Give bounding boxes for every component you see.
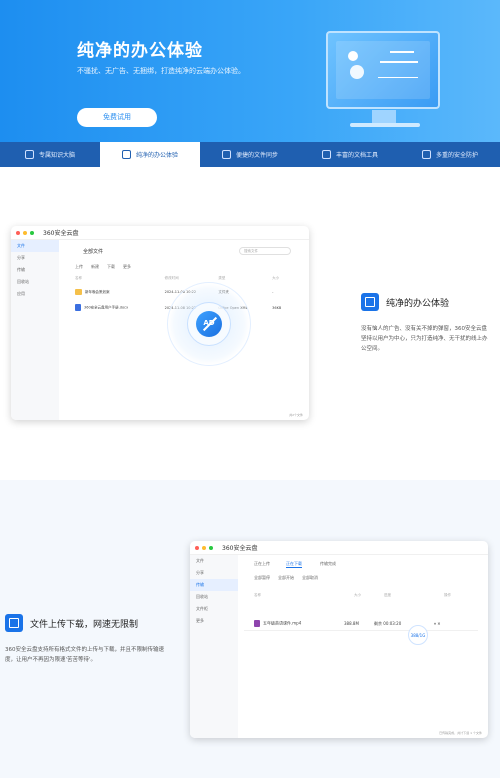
sidebar-item-transfer[interactable]: 传输: [11, 264, 59, 276]
app-window-transfer: 360安全云盘 文件 分享 传输 回收站 文件柜 更多 正在上传 正在下载 传输…: [190, 541, 488, 738]
minimize-dot-icon[interactable]: [23, 230, 27, 235]
sidebar-item-apps[interactable]: 应用: [11, 288, 59, 300]
progress-indicator: 388/1G: [408, 625, 428, 645]
table-header: 名称 大小 进度 操作: [254, 593, 451, 597]
folder-icon: [75, 289, 82, 295]
sidebar-item-trash[interactable]: 回收站: [11, 276, 59, 288]
tab-file-sync[interactable]: 便捷的文件同步: [200, 142, 300, 167]
tab-knowledge[interactable]: 专属知识大脑: [0, 142, 100, 167]
transfer-panel: 正在上传 正在下载 传输完成 全部暂停 全部开始 全部取消 名称 大小 进度 操…: [238, 555, 488, 738]
free-trial-button[interactable]: 免费试用: [77, 108, 157, 127]
app-brand: 360安全云盘: [222, 545, 258, 552]
transfer-icon: [5, 614, 23, 632]
monitor-base: [350, 123, 420, 127]
tab-security[interactable]: 多重的安全防护: [400, 142, 500, 167]
close-dot-icon[interactable]: [16, 230, 20, 235]
feature-description: 没有恼人的广告、没有关不掉的弹窗，360安全云盘坚持以用户为中心，只为打造纯净、…: [361, 326, 488, 352]
tab-doc-tools[interactable]: 丰富的文档工具: [300, 142, 400, 167]
sidebar-item-share[interactable]: 分享: [11, 252, 59, 264]
sidebar-item-files[interactable]: 文件: [190, 555, 238, 567]
hero-subtitle: 不骚扰、无广告、无捆绑，打造纯净的云端办公体验。: [77, 67, 245, 75]
close-dot-icon[interactable]: [195, 545, 199, 550]
tab-downloading[interactable]: 正在下载: [286, 561, 302, 568]
window-titlebar: 360安全云盘: [11, 226, 309, 240]
shield-icon: [421, 150, 431, 159]
app-brand: 360安全云盘: [43, 230, 79, 237]
monitor-illustration: [326, 31, 440, 109]
upload-button[interactable]: 上传: [75, 264, 83, 270]
breadcrumb[interactable]: 全部文件: [83, 248, 103, 255]
app-sidebar: 文件 分享 传输 回收站 应用: [11, 240, 59, 420]
row-actions-icon[interactable]: ⏸ ✕: [434, 621, 464, 626]
more-button[interactable]: 更多: [123, 264, 131, 270]
sidebar-item-share[interactable]: 分享: [190, 567, 238, 579]
minimize-dot-icon[interactable]: [202, 545, 206, 550]
transfer-actions: 全部暂停 全部开始 全部取消: [254, 575, 318, 581]
document-icon: [321, 150, 331, 159]
table-header: 名称 修改时间 类型 大小: [75, 276, 280, 280]
transfer-row[interactable]: 五年级英语课件.mp4 388.8M 剩余 00:03:20 ⏸ ✕: [244, 617, 478, 631]
video-file-icon: [254, 620, 260, 627]
hero-title: 纯净的办公体验: [77, 41, 203, 61]
pause-all-button[interactable]: 全部暂停: [254, 575, 270, 581]
hero-banner: 纯净的办公体验 不骚扰、无广告、无捆绑，打造纯净的云端办公体验。 免费试用: [0, 0, 500, 142]
download-button[interactable]: 下载: [107, 264, 115, 270]
no-ads-icon: AD: [196, 311, 222, 337]
file-list-panel: 全部文件 搜索文件 上传 新建 下载 更多 名称 修改时间 类型 大小 新年晚会…: [59, 240, 309, 420]
sync-icon: [221, 150, 231, 159]
status-bar: 共2个文件: [289, 413, 303, 417]
brain-icon: [24, 150, 34, 159]
layout-icon: [361, 293, 379, 311]
sidebar-item-cabinet[interactable]: 文件柜: [190, 603, 238, 615]
feature-title: 文件上传下载，网速无限制: [30, 620, 139, 630]
status-bar: 已传输完成，共计下载 1 个文件: [439, 731, 482, 735]
feature-title: 纯净的办公体验: [386, 299, 450, 309]
file-toolbar: 上传 新建 下载 更多: [75, 264, 131, 270]
app-sidebar: 文件 分享 传输 回收站 文件柜 更多: [190, 555, 238, 738]
window-titlebar: 360安全云盘: [190, 541, 488, 555]
app-window-files: 360安全云盘 文件 分享 传输 回收站 应用 全部文件 搜索文件 上传 新建 …: [11, 226, 309, 420]
sidebar-item-transfer[interactable]: 传输: [190, 579, 238, 591]
sidebar-item-files[interactable]: 文件: [11, 240, 59, 252]
sidebar-item-more[interactable]: 更多: [190, 615, 238, 627]
window-icon: [121, 150, 131, 159]
new-button[interactable]: 新建: [91, 264, 99, 270]
monitor-stand: [372, 110, 396, 124]
maximize-dot-icon[interactable]: [30, 230, 34, 235]
feature-tabs: 专属知识大脑 纯净的办公体验 便捷的文件同步 丰富的文档工具 多重的安全防护: [0, 142, 500, 167]
feature-description: 360安全云盘支持所有格式文件的上传与下载，并且不限制传输速度，让用户不再因为限…: [5, 647, 164, 663]
maximize-dot-icon[interactable]: [209, 545, 213, 550]
tab-clean-office[interactable]: 纯净的办公体验: [100, 142, 200, 167]
tab-uploading[interactable]: 正在上传: [254, 561, 270, 567]
start-all-button[interactable]: 全部开始: [278, 575, 294, 581]
search-input[interactable]: 搜索文件: [239, 247, 291, 255]
word-file-icon: [75, 304, 81, 311]
sidebar-item-trash[interactable]: 回收站: [190, 591, 238, 603]
cancel-all-button[interactable]: 全部取消: [302, 575, 318, 581]
tab-completed[interactable]: 传输完成: [320, 561, 336, 567]
